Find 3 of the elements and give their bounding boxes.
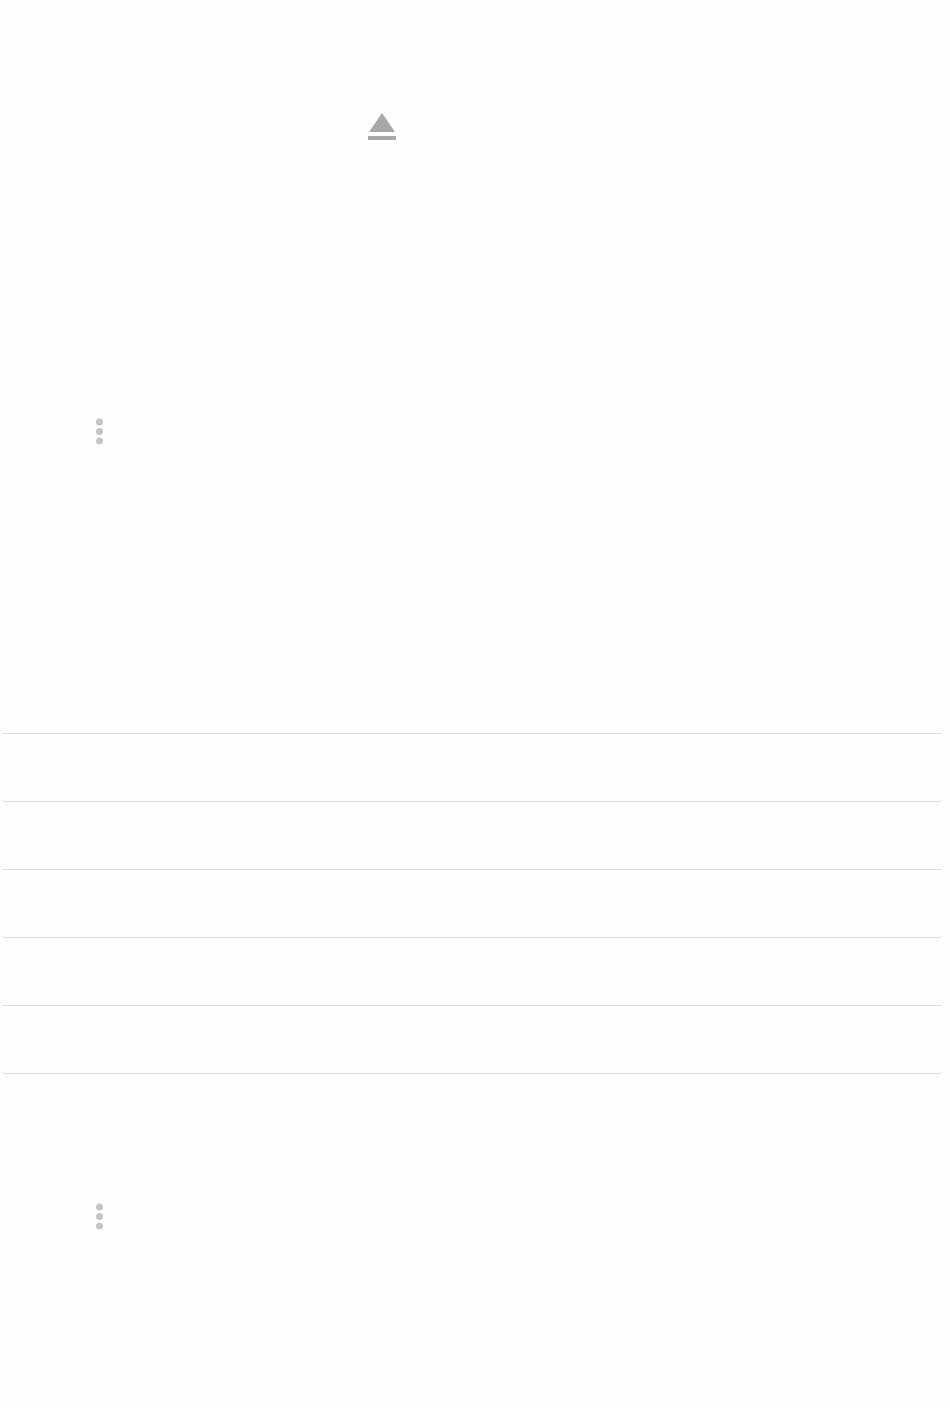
more-options-icon[interactable] [95,1203,104,1230]
eject-icon[interactable] [368,113,396,141]
more-options-icon[interactable] [95,418,104,445]
